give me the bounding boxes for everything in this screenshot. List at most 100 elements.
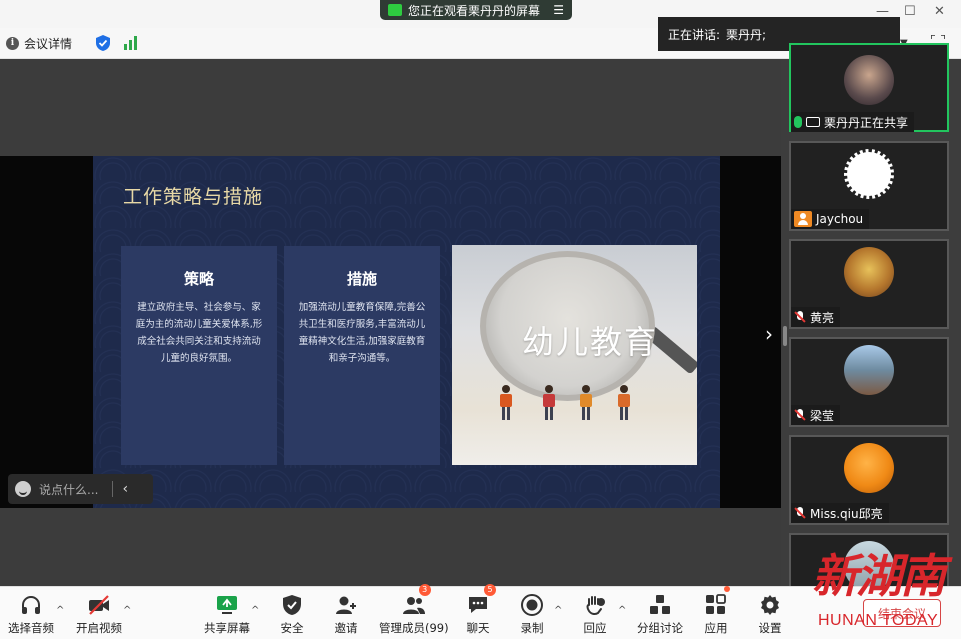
invite-label: 邀请 — [334, 621, 358, 635]
settings-label: 设置 — [758, 621, 782, 635]
measures-heading: 措施 — [346, 270, 377, 288]
watermark-english-text: HUNAN TODAY — [818, 612, 939, 629]
gear-icon — [761, 595, 779, 615]
select-audio-button[interactable]: 选择音频 — [8, 587, 54, 639]
manage-members-label: 管理成员(99) — [379, 621, 449, 635]
start-video-label: 开启视频 — [76, 621, 122, 635]
hand-smile-icon — [586, 596, 605, 616]
audio-options-caret-icon[interactable]: ^ — [56, 605, 64, 616]
participant-name-tag: 栗丹丹正在共享 — [791, 112, 915, 132]
divider — [112, 481, 114, 497]
apps-notification-dot — [724, 586, 730, 592]
participant-name: 栗丹丹正在共享 — [824, 115, 909, 130]
menu-icon[interactable]: ☰ — [553, 3, 564, 17]
chat-placeholder[interactable]: 说点什么... — [39, 481, 98, 498]
apps-button[interactable]: 应用 — [704, 586, 730, 639]
hunan-today-watermark: 新湖南 HUNAN TODAY — [806, 540, 956, 636]
breakout-rooms-button[interactable]: 分组讨论 — [637, 587, 683, 639]
chat-label: 聊天 — [466, 621, 490, 635]
members-count-badge: 3 — [418, 584, 431, 596]
emoji-icon[interactable] — [15, 481, 31, 497]
speaker-label: 正在讲话: — [668, 27, 721, 42]
record-label: 录制 — [520, 621, 544, 635]
shield-check-icon[interactable] — [96, 35, 110, 51]
measures-card: 措施 加强流动儿童教育保障,完善公共卫生和医疗服务,丰富流动儿童精神文化生活,加… — [284, 246, 440, 465]
microphone-muted-icon — [794, 507, 806, 519]
strategy-heading: 策略 — [183, 270, 214, 288]
settings-button[interactable]: 设置 — [758, 587, 782, 639]
apps-grid-icon — [706, 594, 726, 614]
chat-bubble-icon — [469, 597, 487, 613]
child-figure — [542, 385, 556, 421]
headphones-icon — [22, 596, 40, 614]
screen-share-icon — [806, 117, 820, 127]
react-button[interactable]: 回应 — [583, 587, 607, 639]
measures-body: 加强流动儿童教育保障,完善公共卫生和医疗服务,丰富流动儿童精神文化生活,加强家庭… — [298, 302, 426, 364]
security-button[interactable]: 安全 — [280, 587, 304, 639]
avatar — [844, 247, 894, 297]
video-options-caret-icon[interactable]: ^ — [123, 605, 131, 616]
signal-strength-icon[interactable] — [124, 36, 138, 50]
user-icon — [794, 211, 812, 227]
maximize-icon[interactable]: ☐ — [904, 4, 916, 19]
share-options-caret-icon[interactable]: ^ — [251, 605, 259, 616]
participant-name: 梁莹 — [810, 408, 835, 423]
participant-name: Miss.qiu邱亮 — [810, 506, 883, 521]
video-off-icon — [89, 595, 109, 615]
avatar — [844, 443, 894, 493]
start-video-button[interactable]: 开启视频 — [76, 587, 122, 639]
microphone-muted-icon — [794, 311, 806, 323]
chat-button[interactable]: 5 聊天 — [466, 584, 496, 639]
avatar — [844, 149, 894, 199]
members-icon — [402, 597, 425, 614]
strategy-card: 策略 建立政府主导、社会参与、家庭为主的流动儿童关爱体系,形成全社会共同关注和支… — [121, 246, 277, 465]
share-screen-label: 共享屏幕 — [204, 621, 250, 635]
viewing-screen-text: 您正在观看栗丹丹的屏幕 — [408, 3, 541, 18]
child-figure — [579, 385, 593, 421]
close-icon[interactable]: ✕ — [934, 4, 945, 19]
share-screen-icon — [217, 596, 237, 614]
breakout-rooms-icon — [650, 595, 670, 614]
collapse-chevron-icon[interactable]: ‹ — [122, 481, 128, 497]
participant-tile[interactable]: 栗丹丹正在共享 — [789, 43, 949, 132]
react-label: 回应 — [583, 621, 607, 635]
participant-name-tag: 梁莹 — [791, 405, 841, 425]
participant-tile[interactable]: Jaychou — [789, 141, 949, 231]
screen-share-icon — [388, 4, 402, 16]
photo-caption: 幼儿教育 — [522, 323, 659, 361]
participant-name: 黄亮 — [810, 310, 835, 325]
child-figure — [499, 385, 513, 421]
record-icon — [521, 594, 543, 616]
participant-tile[interactable]: Miss.qiu邱亮 — [789, 435, 949, 525]
participant-panel: 栗丹丹正在共享 Jaychou 黄亮 梁莹 Miss.qiu邱亮 — [781, 43, 961, 593]
avatar — [844, 345, 894, 395]
chat-input-bar[interactable]: 说点什么... ‹ — [8, 474, 153, 504]
apps-label: 应用 — [704, 621, 728, 635]
participant-tile[interactable]: 梁莹 — [789, 337, 949, 427]
next-page-chevron-icon[interactable]: › — [765, 322, 773, 346]
participant-name: Jaychou — [816, 212, 864, 226]
manage-members-button[interactable]: 3 管理成员(99) — [379, 584, 449, 639]
magnifier-photo: 幼儿教育 — [452, 245, 697, 465]
breakout-rooms-label: 分组讨论 — [637, 621, 683, 635]
participant-name-tag: Miss.qiu邱亮 — [791, 503, 889, 523]
strategy-body: 建立政府主导、社会参与、家庭为主的流动儿童关爱体系,形成全社会共同关注和支持流动… — [135, 302, 263, 364]
meeting-details-label: 会议详情 — [24, 37, 73, 51]
invite-button[interactable]: 邀请 — [334, 587, 358, 639]
microphone-muted-icon — [794, 409, 806, 421]
add-user-icon — [336, 596, 356, 614]
react-options-caret-icon[interactable]: ^ — [618, 605, 626, 616]
child-figure — [617, 385, 631, 421]
panel-resize-handle[interactable] — [783, 326, 787, 346]
speaker-name: 栗丹丹; — [726, 27, 767, 42]
record-button[interactable]: 录制 — [520, 587, 544, 639]
share-screen-button[interactable]: 共享屏幕 — [204, 587, 250, 639]
security-label: 安全 — [280, 621, 304, 635]
select-audio-label: 选择音频 — [8, 621, 54, 635]
viewing-screen-banner[interactable]: 您正在观看栗丹丹的屏幕 ☰ — [380, 0, 572, 20]
microphone-icon — [794, 116, 802, 128]
participant-tile[interactable]: 黄亮 — [789, 239, 949, 329]
record-options-caret-icon[interactable]: ^ — [554, 605, 562, 616]
shared-screen-area: 工作策略与措施 策略 建立政府主导、社会参与、家庭为主的流动儿童关爱体系,形成全… — [0, 59, 781, 586]
meeting-details-button[interactable]: i 会议详情 — [6, 35, 72, 52]
